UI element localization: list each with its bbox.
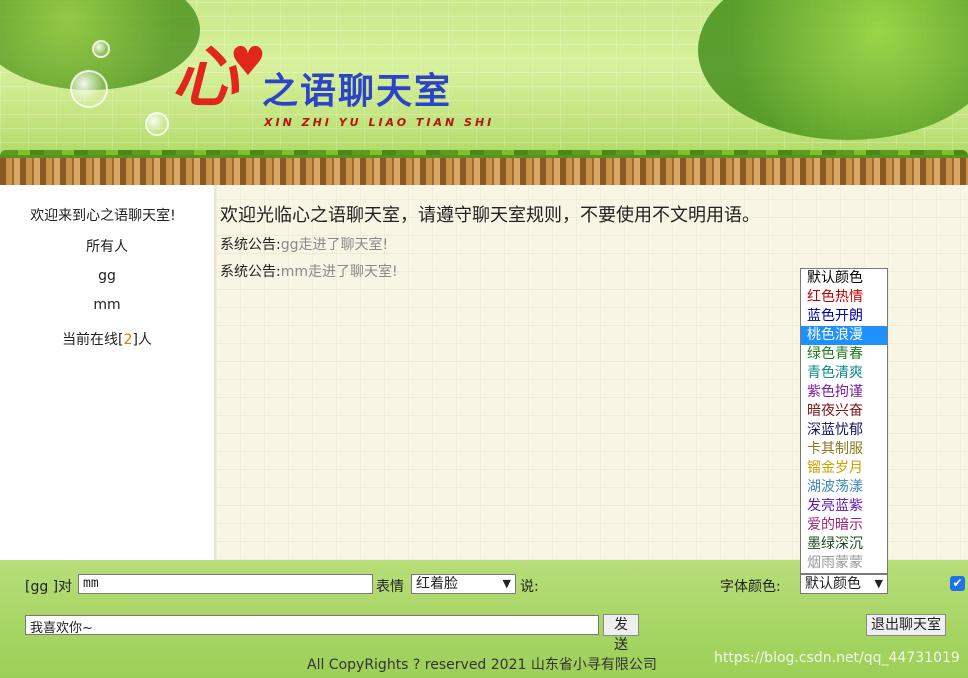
color-option[interactable]: 卡其制服 <box>801 440 887 459</box>
checkbox[interactable]: ✔ <box>950 576 965 591</box>
online-count: 当前在线[2]人 <box>0 329 214 349</box>
color-option[interactable]: 深蓝忧郁 <box>801 421 887 440</box>
font-color-value: 默认颜色 <box>805 576 861 592</box>
color-option[interactable]: 默认颜色 <box>801 269 887 288</box>
say-label: 说: <box>520 579 539 595</box>
bubble-decoration <box>70 70 108 108</box>
room-welcome-text: 欢迎光临心之语聊天室，请遵守聊天室规则，不要使用不文明用语。 <box>220 205 760 226</box>
font-color-label: 字体颜色: <box>720 579 781 595</box>
logo-title: 之语聊天室 <box>262 71 453 112</box>
color-option[interactable]: 青色清爽 <box>801 364 887 383</box>
user-list: 所有人 gg mm <box>0 237 214 324</box>
sidebar-welcome: 欢迎来到心之语聊天室! <box>30 208 176 224</box>
user-sidebar: 欢迎来到心之语聊天室! 所有人 gg mm 当前在线[2]人 <box>0 185 214 560</box>
user-item-gg[interactable]: gg <box>0 266 214 295</box>
color-option[interactable]: 桃色浪漫 <box>801 326 887 345</box>
color-option[interactable]: 爱的暗示 <box>801 516 887 535</box>
message-item: 系统公告:gg走进了聊天室! <box>220 234 388 254</box>
chatroom-logo: 心 ♥ 之语聊天室 XIN ZHI YU LIAO TIAN SHI <box>172 38 512 138</box>
expression-select[interactable]: 红着脸 ▼ <box>411 574 516 594</box>
message-label: 系统公告: <box>220 264 281 280</box>
copyright-text: All CopyRights ? reserved 2021 山东省小寻有限公司 <box>307 657 657 673</box>
watermark-text: https://blog.csdn.net/qq_44731019 <box>714 650 960 666</box>
color-option[interactable]: 烟雨蒙蒙 <box>801 554 887 573</box>
expression-label: 表情 <box>376 579 404 595</box>
header-banner: 心 ♥ 之语聊天室 XIN ZHI YU LIAO TIAN SHI <box>0 0 968 185</box>
color-option[interactable]: 镏金岁月 <box>801 459 887 478</box>
bubble-decoration <box>92 40 110 58</box>
message-text: mm走进了聊天室! <box>280 264 398 280</box>
target-user-input[interactable]: mm <box>78 574 373 594</box>
color-option[interactable]: 暗夜兴奋 <box>801 402 887 421</box>
user-item-all[interactable]: 所有人 <box>0 237 214 266</box>
chevron-down-icon: ▼ <box>874 577 883 590</box>
heart-icon: ♥ <box>230 39 266 85</box>
font-color-dropdown-list[interactable]: 默认颜色 红色热情 蓝色开朗 桃色浪漫 绿色青春 青色清爽 紫色拘谨 暗夜兴奋 深蓝忧郁 卡其制服… <box>800 268 888 574</box>
color-option[interactable]: 蓝色开朗 <box>801 307 887 326</box>
message-input[interactable]: 我喜欢你~ <box>25 615 599 636</box>
logo-big-char: 心 <box>172 38 238 116</box>
online-prefix: 当前在线[ <box>62 332 124 348</box>
expression-value: 红着脸 <box>416 576 458 592</box>
logo-pinyin: XIN ZHI YU LIAO TIAN SHI <box>264 116 495 129</box>
fence-decoration <box>0 155 968 185</box>
exit-chatroom-button[interactable]: 退出聊天室 <box>866 614 946 636</box>
user-item-mm[interactable]: mm <box>0 295 214 324</box>
message-label: 系统公告: <box>220 237 281 253</box>
message-item: 系统公告:mm走进了聊天室! <box>220 261 398 281</box>
check-icon: ✔ <box>952 576 963 590</box>
color-option[interactable]: 湖波荡漾 <box>801 478 887 497</box>
sender-label: [gg ]对 <box>25 579 73 595</box>
online-suffix: ]人 <box>132 332 152 348</box>
color-option[interactable]: 发亮蓝紫 <box>801 497 887 516</box>
chevron-down-icon: ▼ <box>502 577 511 590</box>
bubble-decoration <box>145 112 169 136</box>
color-option[interactable]: 绿色青春 <box>801 345 887 364</box>
font-color-select[interactable]: 默认颜色 ▼ <box>800 574 888 594</box>
send-button[interactable]: 发送 <box>603 614 639 653</box>
color-option[interactable]: 墨绿深沉 <box>801 535 887 554</box>
color-option[interactable]: 紫色拘谨 <box>801 383 887 402</box>
message-text: gg走进了聊天室! <box>280 237 389 253</box>
color-option[interactable]: 红色热情 <box>801 288 887 307</box>
